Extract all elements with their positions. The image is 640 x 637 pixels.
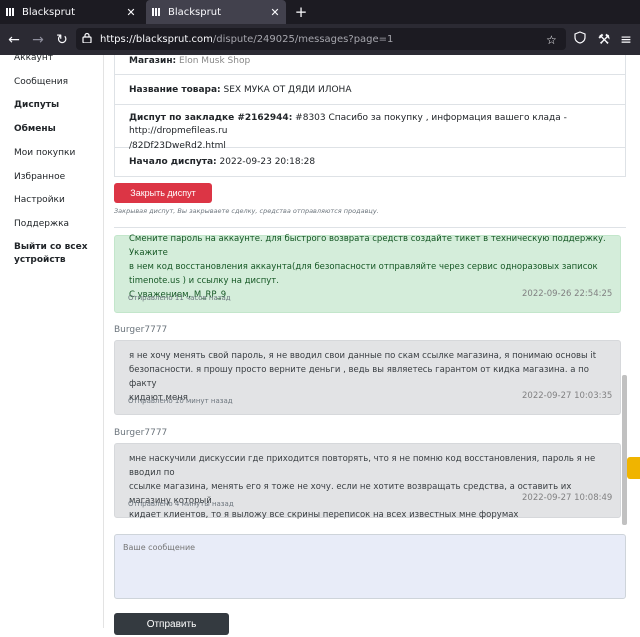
message-line: Смените пароль на аккаунте. для быстрого… [129,234,606,258]
lock-icon [82,32,94,46]
info-row-bookmark: Диспут по закладке #2162944: #8303 Спаси… [115,105,625,151]
message-timestamp: 2022-09-26 22:54:25 [522,289,613,299]
sidebar-item-settings[interactable]: Настройки [14,194,65,207]
sidebar-item-support[interactable]: Поддержка [14,218,69,231]
new-tab-icon[interactable]: + [292,2,310,22]
sidebar-item-account[interactable]: Аккаунт [14,52,53,65]
close-dispute-button[interactable]: Закрыть диспут [114,183,212,203]
sidebar-item-favorites[interactable]: Избранное [14,171,65,184]
divider [114,227,626,228]
back-icon[interactable]: ← [4,30,24,50]
bookmark-star-icon[interactable]: ☆ [546,33,557,47]
browser-tab-1[interactable]: Blacksprut ✕ [0,0,142,24]
message-sent-ago: Отправлено 4 минуты назад [128,500,234,508]
sidebar: Аккаунт Сообщения Диспуты Обмены Мои пок… [0,52,104,628]
reload-icon[interactable]: ↻ [52,30,72,50]
site-favicon-icon [6,7,16,17]
start-value: 2022-09-23 20:18:28 [219,157,316,167]
send-message-button[interactable]: Отправить [114,613,229,635]
message-line: мне наскучили дискуссии где приходится п… [129,454,596,478]
shop-label: Магазин: [129,56,177,66]
close-tab-icon[interactable]: ✕ [124,6,138,19]
url-path: /dispute/249025/messages?page=1 [212,33,394,45]
message-author: Burger7777 [114,325,168,335]
page-content: Аккаунт Сообщения Диспуты Обмены Мои пок… [0,52,640,635]
message-sent-ago: Отправлено 10 минут назад [128,397,233,405]
message-input[interactable] [114,534,626,599]
close-dispute-note: Закрывая диспут, Вы закрываете сделку, с… [114,207,379,215]
message-line: timenote.us ) и ссылку на диспут. [129,276,279,286]
message-line: кидает клиентов, то я выложу все скрины … [129,510,519,520]
product-value: SEX МУКА ОТ ДЯДИ ИЛОНА [223,85,352,95]
tab-title: Blacksprut [22,6,75,18]
site-favicon-icon [152,7,162,17]
product-label: Название товара: [129,85,221,95]
message-line: я не хочу менять свой пароль, я не вводи… [129,351,597,361]
message-timestamp: 2022-09-27 10:08:49 [522,493,613,503]
info-row-start: Начало диспута: 2022-09-23 20:18:28 [115,148,625,177]
sidebar-item-purchases[interactable]: Мои покупки [14,147,75,160]
tab-title: Blacksprut [168,6,221,18]
menu-icon[interactable]: ≡ [616,30,636,50]
message-author: Burger7777 [114,428,168,438]
dispute-info-table: Магазин: Elon Musk Shop Название товара:… [114,55,626,177]
close-tab-icon[interactable]: ✕ [268,6,282,19]
url-host: https://blacksprut.com [100,33,213,45]
bookmark-label: Диспут по закладке #2162944: [129,113,293,123]
browser-tab-2-active[interactable]: Blacksprut ✕ [146,0,286,24]
sidebar-item-logout-all[interactable]: Выйти со всех устройств [14,241,94,267]
message-line: в нем код восстановления аккаунта(для бе… [129,262,598,272]
browser-tab-bar: Blacksprut ✕ Blacksprut ✕ + [0,0,640,24]
sidebar-item-exchanges[interactable]: Обмены [14,123,56,136]
address-bar[interactable]: https://blacksprut.com/dispute/249025/me… [76,28,566,50]
tools-icon[interactable]: ⚒ [594,30,614,50]
message-line: безопасности. я прошу просто верните ден… [129,365,589,389]
browser-nav-bar: ← → ↻ https://blacksprut.com/dispute/249… [0,24,640,55]
info-row-shop: Магазин: Elon Musk Shop [115,55,625,75]
shield-icon[interactable] [570,30,590,50]
forward-icon[interactable]: → [28,30,48,50]
shop-value: Elon Musk Shop [179,56,251,66]
sidebar-item-disputes[interactable]: Диспуты [14,99,59,112]
sidebar-item-messages[interactable]: Сообщения [14,76,68,89]
start-label: Начало диспута: [129,157,217,167]
message-timestamp: 2022-09-27 10:03:35 [522,391,613,401]
info-row-product: Название товара: SEX МУКА ОТ ДЯДИ ИЛОНА [115,75,625,105]
message-sent-ago: Отправлено 11 часов назад [128,294,231,302]
messages-scrollbar[interactable] [622,375,627,525]
help-widget-tab[interactable] [627,457,640,479]
